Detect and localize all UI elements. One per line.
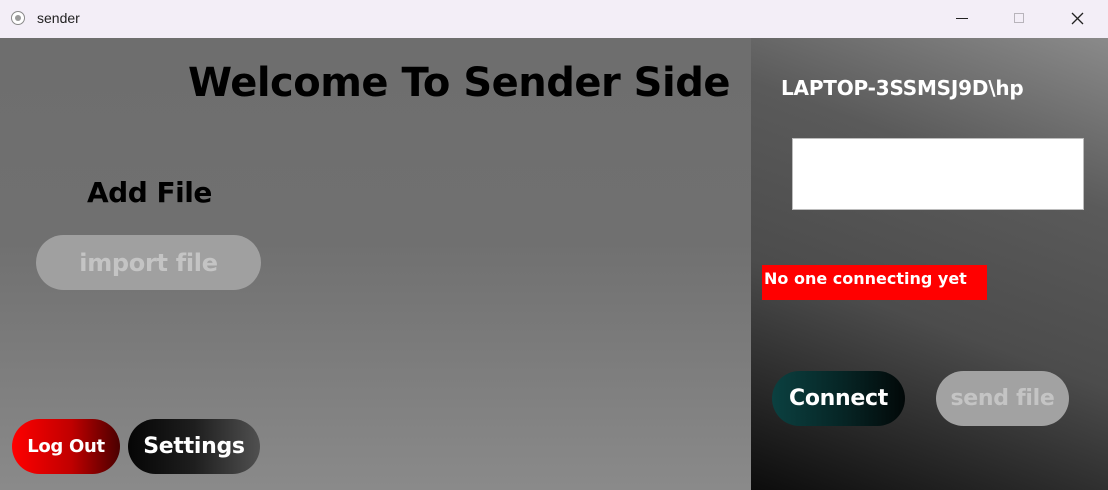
machine-name-label: LAPTOP-3SSMSJ9D\hp [781,76,1024,100]
minimize-button[interactable] [938,0,984,38]
page-title: Welcome To Sender Side [188,60,730,106]
connect-button[interactable]: Connect [772,371,905,426]
logout-button[interactable]: Log Out [12,419,120,474]
import-file-button[interactable]: import file [36,235,261,290]
send-file-button[interactable]: send file [936,371,1069,426]
connection-status-badge: No one connecting yet [762,265,987,300]
window-title: sender [37,10,80,26]
left-panel: Welcome To Sender Side Add File import f… [0,38,751,490]
title-bar: sender [0,0,1108,39]
app-window: sender Welcome To Sender Side Add File i… [0,0,1108,490]
close-icon [1071,12,1084,25]
add-file-label: Add File [87,176,212,209]
maximize-button[interactable] [996,0,1042,38]
settings-button[interactable]: Settings [128,419,260,474]
right-panel: LAPTOP-3SSMSJ9D\hp No one connecting yet… [751,38,1108,490]
app-icon [11,11,25,25]
close-button[interactable] [1054,0,1100,38]
connection-code-input[interactable] [792,138,1084,210]
